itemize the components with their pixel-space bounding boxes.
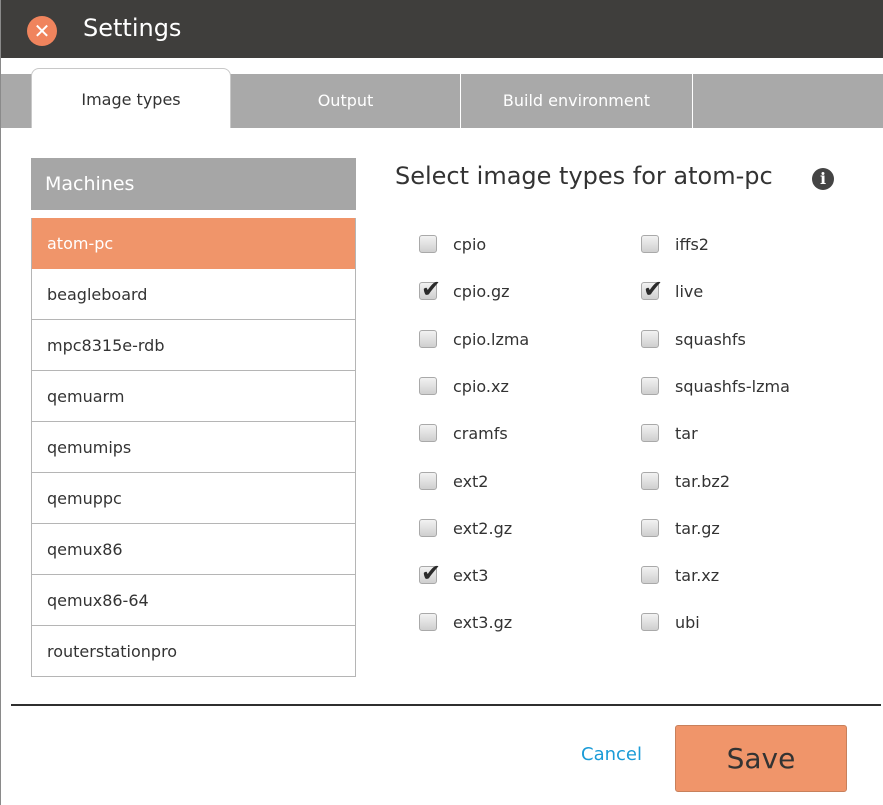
machine-item[interactable]: qemumips [32,422,355,473]
image-type-checkbox[interactable]: ✔ [419,560,441,586]
image-type-checkbox[interactable] [641,472,659,490]
image-type-label: tar.gz [675,519,720,538]
image-type-label: cramfs [453,424,508,443]
image-type-checkbox[interactable] [419,377,437,395]
machine-item[interactable]: routerstationpro [32,626,355,677]
machine-item[interactable]: qemuarm [32,371,355,422]
info-icon[interactable]: i [812,168,834,190]
image-types-heading: Select image types for atom-pc [395,162,773,190]
checkmark-icon: ✔ [421,559,442,587]
image-type-label: iffs2 [675,235,709,254]
image-type-label: ext2.gz [453,519,513,538]
window-title: Settings [83,14,182,42]
machines-panel: Machines atom-pc beagleboard mpc8315e-rd… [31,158,356,677]
image-type-label: ubi [675,613,700,632]
image-type-label: live [675,282,704,301]
close-icon[interactable]: ✕ [27,16,57,46]
cancel-button[interactable]: Cancel [581,744,642,765]
machine-item[interactable]: mpc8315e-rdb [32,320,355,371]
machine-item[interactable]: qemuppc [32,473,355,524]
image-type-checkbox[interactable]: ✔ [419,276,441,302]
tab-bar: Image types Output Build environment [1,68,883,128]
titlebar: ✕ Settings [1,0,883,58]
image-type-checkbox[interactable] [641,235,659,253]
image-type-label: squashfs [675,330,746,349]
checkmark-icon: ✔ [421,275,442,303]
machine-list: atom-pc beagleboard mpc8315e-rdb qemuarm… [31,218,356,677]
image-type-label: ext3.gz [453,613,513,632]
checkmark-icon: ✔ [643,275,664,303]
image-type-checkbox[interactable] [419,472,437,490]
tab-separator [692,74,693,128]
machine-item[interactable]: beagleboard [32,269,355,320]
image-type-label: cpio [453,235,487,254]
image-type-label: squashfs-lzma [675,377,790,396]
image-type-checkbox[interactable] [419,235,437,253]
image-type-checkbox[interactable] [419,613,437,631]
footer-divider [11,704,881,706]
image-type-checkbox[interactable] [641,377,659,395]
machines-header: Machines [31,158,356,210]
save-button[interactable]: Save [675,725,847,792]
image-type-checkbox[interactable]: ✔ [641,276,663,302]
settings-dialog: ✕ Settings Image types Output Build envi… [0,0,883,805]
image-type-label: cpio.gz [453,282,510,301]
image-type-checkbox[interactable] [641,613,659,631]
image-type-label: cpio.xz [453,377,509,396]
image-type-label: tar.xz [675,566,720,585]
machine-item[interactable]: qemux86-64 [32,575,355,626]
image-type-label: tar.bz2 [675,472,731,491]
image-types-grid: cpio ✔ cpio.gz cpio.lzma cpio.xz cramfs ext2 ex… [419,232,849,662]
machine-item[interactable]: atom-pc [32,218,355,269]
image-type-label: tar [675,424,698,443]
tab-output[interactable]: Output [231,74,460,128]
tab-build-environment[interactable]: Build environment [461,74,692,128]
image-type-checkbox[interactable] [641,424,659,442]
image-type-checkbox[interactable] [419,519,437,537]
image-type-checkbox[interactable] [641,566,659,584]
machine-item[interactable]: qemux86 [32,524,355,575]
tab-image-types[interactable]: Image types [31,68,231,128]
image-type-checkbox[interactable] [419,424,437,442]
image-type-checkbox[interactable] [419,330,437,348]
image-type-checkbox[interactable] [641,330,659,348]
image-type-label: cpio.lzma [453,330,530,349]
image-type-label: ext2 [453,472,489,491]
image-type-checkbox[interactable] [641,519,659,537]
image-type-label: ext3 [453,566,489,585]
